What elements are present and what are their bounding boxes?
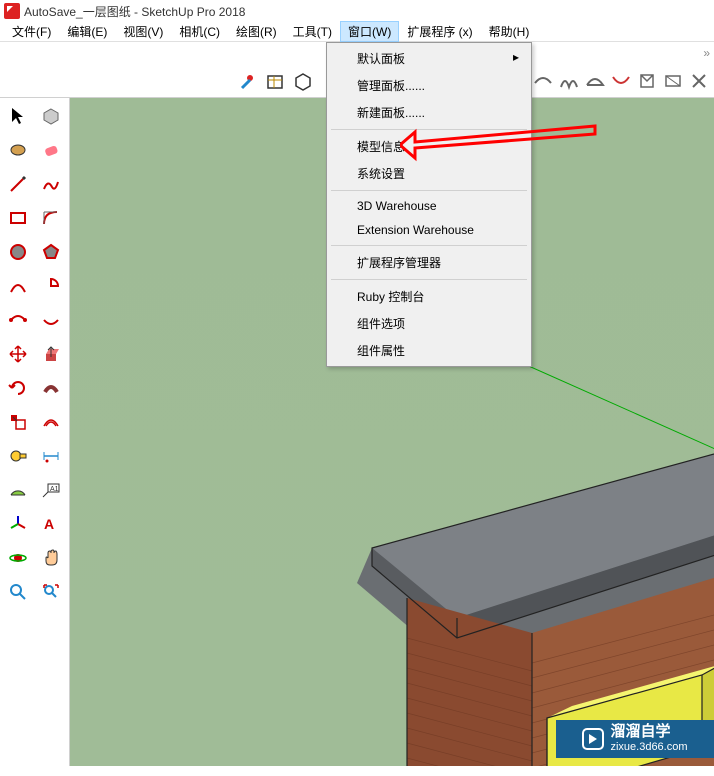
followme-tool[interactable] [36, 372, 68, 404]
pan-tool[interactable] [36, 542, 68, 574]
zoom-extents-tool[interactable] [36, 576, 68, 608]
arc4-tool[interactable] [36, 304, 68, 336]
menu-edit[interactable]: 编辑(E) [59, 21, 115, 42]
component-tool[interactable] [36, 100, 68, 132]
window-title: AutoSave_一层图纸 - SketchUp Pro 2018 [24, 3, 245, 20]
shape-icon-6[interactable] [660, 68, 686, 94]
shape-icon-3[interactable] [582, 68, 608, 94]
svg-text:A1: A1 [50, 486, 59, 493]
annotation-arrow [400, 118, 600, 168]
menu-comp-options[interactable]: 组件选项 [329, 310, 529, 337]
title-bar: AutoSave_一层图纸 - SketchUp Pro 2018 [0, 0, 714, 22]
menu-separator [331, 245, 527, 246]
menu-extensions[interactable]: 扩展程序 (x) [399, 21, 480, 42]
submenu-arrow-icon: ▸ [513, 50, 519, 64]
arc-tool[interactable] [36, 202, 68, 234]
toolbar-chevron-icon[interactable]: » [703, 46, 710, 60]
line-tool[interactable] [2, 168, 34, 200]
plugin-icon-3[interactable] [290, 68, 316, 94]
menu-manage-panel[interactable]: 管理面板...... [329, 72, 529, 99]
text-tool[interactable]: A1 [36, 474, 68, 506]
menu-item-label: 默认面板 [357, 52, 405, 66]
pushpull-tool[interactable] [36, 338, 68, 370]
freehand-tool[interactable] [36, 168, 68, 200]
arc2-tool[interactable] [2, 270, 34, 302]
plugin-icon-1[interactable] [234, 68, 260, 94]
menu-help[interactable]: 帮助(H) [481, 21, 538, 42]
watermark-url: zixue.3d66.com [610, 741, 687, 754]
arc3-tool[interactable] [2, 304, 34, 336]
rectangle-tool[interactable] [2, 202, 34, 234]
shape-icon-7[interactable] [686, 68, 712, 94]
dimension-tool[interactable] [36, 440, 68, 472]
move-tool[interactable] [2, 338, 34, 370]
eraser-tool[interactable] [36, 134, 68, 166]
watermark-title: 溜溜自学 [610, 723, 687, 741]
axes-tool[interactable] [2, 508, 34, 540]
menu-camera[interactable]: 相机(C) [171, 21, 228, 42]
shape-icon-4[interactable] [608, 68, 634, 94]
shape-icon-2[interactable] [556, 68, 582, 94]
window-menu-dropdown: 默认面板 ▸ 管理面板...... 新建面板...... 模型信息 系统设置 3… [326, 42, 532, 367]
app-icon [4, 3, 20, 19]
menu-ext-manager[interactable]: 扩展程序管理器 [329, 249, 529, 276]
page-bottom-gap [0, 766, 714, 776]
menu-ruby-console[interactable]: Ruby 控制台 [329, 283, 529, 310]
pie-tool[interactable] [36, 270, 68, 302]
circle-tool[interactable] [2, 236, 34, 268]
menu-ext-warehouse[interactable]: Extension Warehouse [329, 218, 529, 242]
menu-3d-warehouse[interactable]: 3D Warehouse [329, 194, 529, 218]
shape-icon-1[interactable] [530, 68, 556, 94]
toolbar-right [530, 68, 712, 94]
protractor-tool[interactable] [2, 474, 34, 506]
play-icon [582, 728, 604, 750]
watermark: 溜溜自学 zixue.3d66.com [556, 720, 714, 758]
menu-separator [331, 279, 527, 280]
scale-tool[interactable] [2, 406, 34, 438]
3dtext-tool[interactable]: A [36, 508, 68, 540]
menu-separator [331, 190, 527, 191]
select-tool[interactable] [2, 100, 34, 132]
tape-tool[interactable] [2, 440, 34, 472]
menu-draw[interactable]: 绘图(R) [228, 21, 285, 42]
menu-view[interactable]: 视图(V) [115, 21, 171, 42]
paint-tool[interactable] [2, 134, 34, 166]
menu-comp-attrs[interactable]: 组件属性 [329, 337, 529, 364]
menu-tools[interactable]: 工具(T) [285, 21, 340, 42]
menu-file[interactable]: 文件(F) [4, 21, 59, 42]
offset-tool[interactable] [36, 406, 68, 438]
menu-default-panel[interactable]: 默认面板 ▸ [329, 45, 529, 72]
menu-bar: 文件(F) 编辑(E) 视图(V) 相机(C) 绘图(R) 工具(T) 窗口(W… [0, 22, 714, 42]
svg-text:A: A [44, 516, 54, 532]
shape-icon-5[interactable] [634, 68, 660, 94]
zoom-tool[interactable] [2, 576, 34, 608]
plugin-icon-2[interactable] [262, 68, 288, 94]
orbit-tool[interactable] [2, 542, 34, 574]
tool-palette: A1 A [0, 98, 70, 776]
menu-window[interactable]: 窗口(W) [340, 21, 399, 42]
toolbar-row [234, 68, 316, 94]
polygon-tool[interactable] [36, 236, 68, 268]
rotate-tool[interactable] [2, 372, 34, 404]
